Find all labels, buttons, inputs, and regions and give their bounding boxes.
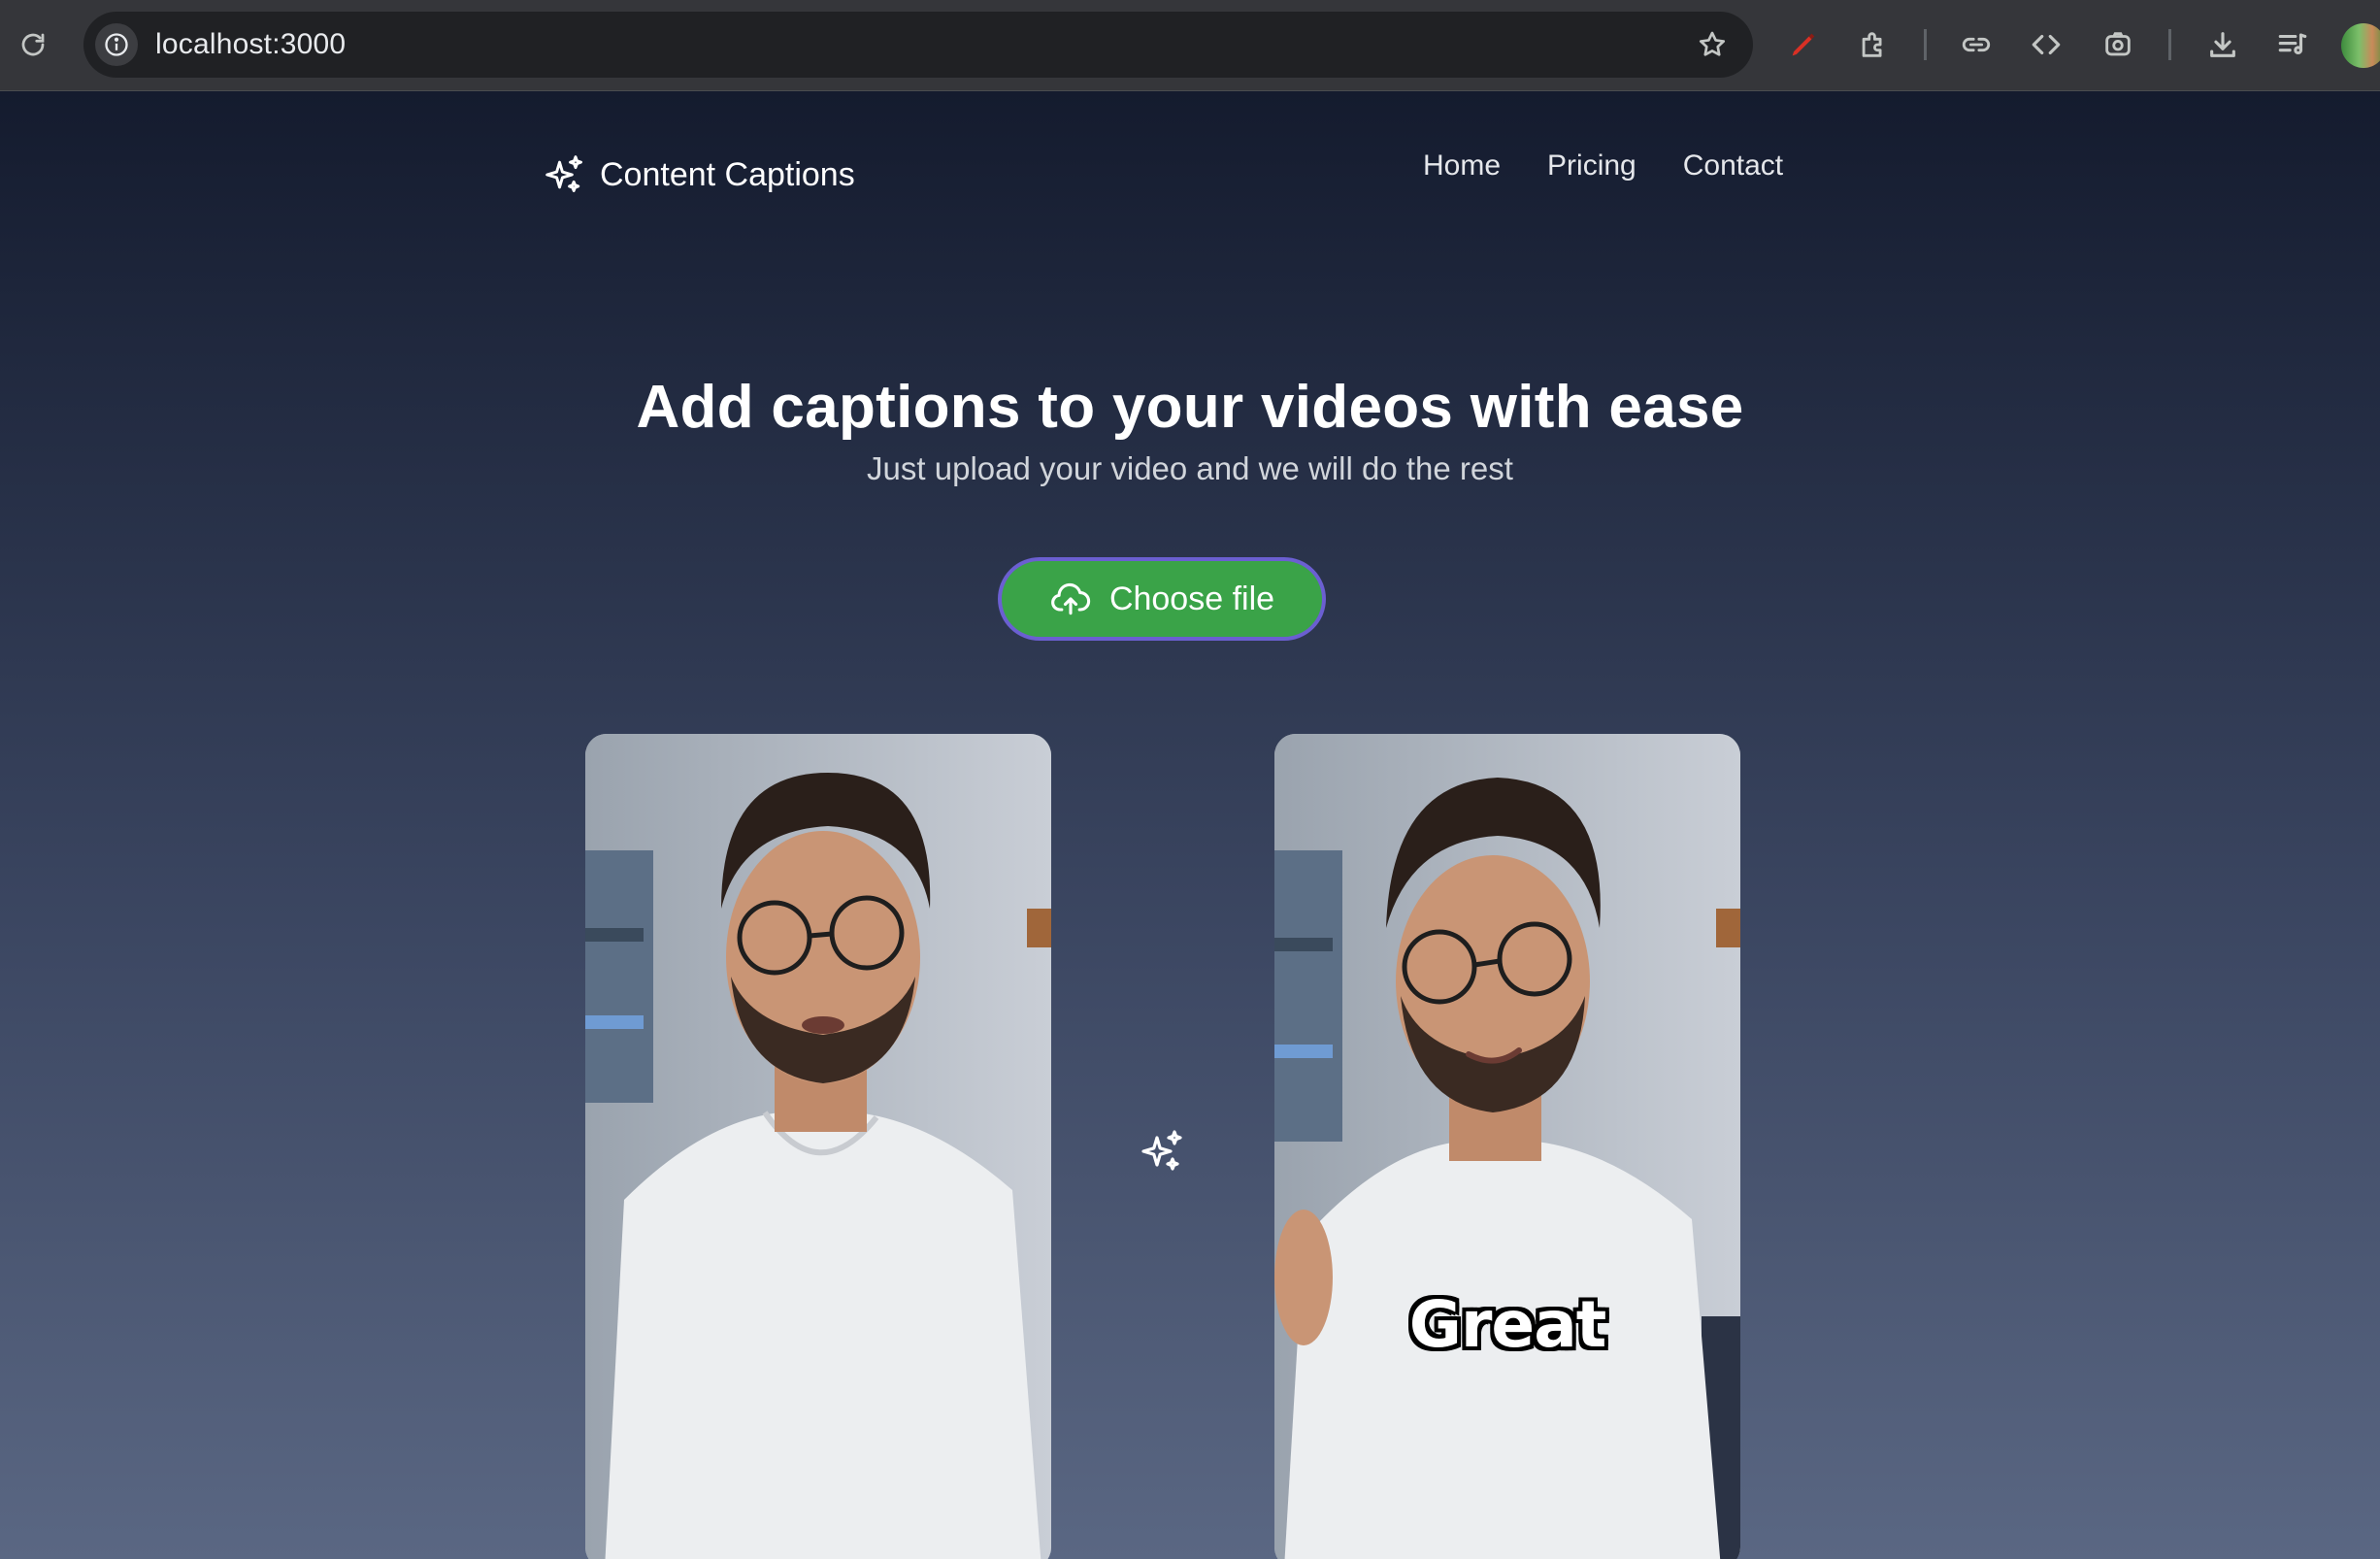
screenshot-icon[interactable] bbox=[2099, 25, 2137, 64]
pen-extension-icon[interactable] bbox=[1784, 25, 1823, 64]
hero-title: Add captions to your videos with ease bbox=[636, 374, 1744, 441]
reload-icon[interactable] bbox=[14, 25, 52, 64]
video-frame-image bbox=[585, 734, 1051, 1559]
playlist-icon[interactable] bbox=[2273, 25, 2312, 64]
nav-contact-link[interactable]: Contact bbox=[1683, 149, 1783, 182]
link-icon[interactable] bbox=[1957, 25, 1996, 64]
toolbar-divider bbox=[1924, 29, 1927, 60]
hero-subtitle: Just upload your video and we will do th… bbox=[867, 450, 1513, 486]
choose-file-label: Choose file bbox=[1108, 580, 1275, 617]
puzzle-extensions-icon[interactable] bbox=[1854, 25, 1893, 64]
nav-pricing-link[interactable]: Pricing bbox=[1547, 149, 1636, 182]
url-text[interactable]: localhost:3000 bbox=[155, 28, 346, 61]
site-info-icon[interactable] bbox=[95, 23, 138, 66]
original-video-preview[interactable] bbox=[585, 734, 1051, 1559]
main-nav: Home Pricing Contact bbox=[1423, 149, 1783, 182]
sparkles-icon bbox=[1141, 1130, 1182, 1171]
caption-word: Great bbox=[1408, 1287, 1607, 1362]
bookmark-star-icon[interactable] bbox=[1695, 27, 1730, 62]
brand-name: Content Captions bbox=[600, 155, 855, 193]
video-frame-image bbox=[1274, 734, 1740, 1559]
toolbar-divider bbox=[2168, 29, 2171, 60]
address-bar[interactable]: localhost:3000 bbox=[83, 12, 1753, 78]
choose-file-button[interactable]: Choose file bbox=[998, 557, 1326, 641]
code-icon[interactable] bbox=[2027, 25, 2066, 64]
browser-toolbar: localhost:3000 bbox=[0, 0, 2380, 91]
profile-avatar[interactable] bbox=[2341, 23, 2380, 68]
cloud-upload-icon bbox=[1051, 582, 1091, 615]
sparkles-icon bbox=[545, 155, 582, 192]
brand-logo[interactable]: Content Captions bbox=[544, 146, 855, 204]
nav-home-link[interactable]: Home bbox=[1423, 149, 1501, 182]
page: Content Captions Home Pricing Contact Ad… bbox=[0, 91, 2380, 1559]
download-icon[interactable] bbox=[2203, 25, 2242, 64]
captioned-video-preview[interactable]: Great bbox=[1274, 734, 1740, 1559]
